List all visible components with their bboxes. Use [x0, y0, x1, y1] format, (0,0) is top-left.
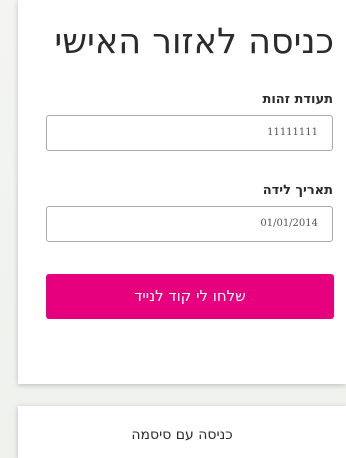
login-card: כניסה לאזור האישי תעודת זהות 11111111 תא…: [18, 0, 346, 384]
page-title: כניסה לאזור האישי: [54, 22, 334, 62]
password-login-label: כניסה עם סיסמה: [131, 427, 233, 443]
send-code-button[interactable]: שלחו לי קוד לנייד: [46, 274, 334, 319]
birth-date-input[interactable]: 01/01/2014: [46, 206, 333, 242]
id-number-input[interactable]: 11111111: [46, 115, 333, 151]
birth-date-label: תאריך לידה: [262, 183, 333, 198]
page: כניסה לאזור האישי תעודת זהות 11111111 תא…: [0, 0, 346, 458]
password-login-button[interactable]: כניסה עם סיסמה: [18, 406, 346, 458]
id-number-label: תעודת זהות: [262, 92, 333, 107]
